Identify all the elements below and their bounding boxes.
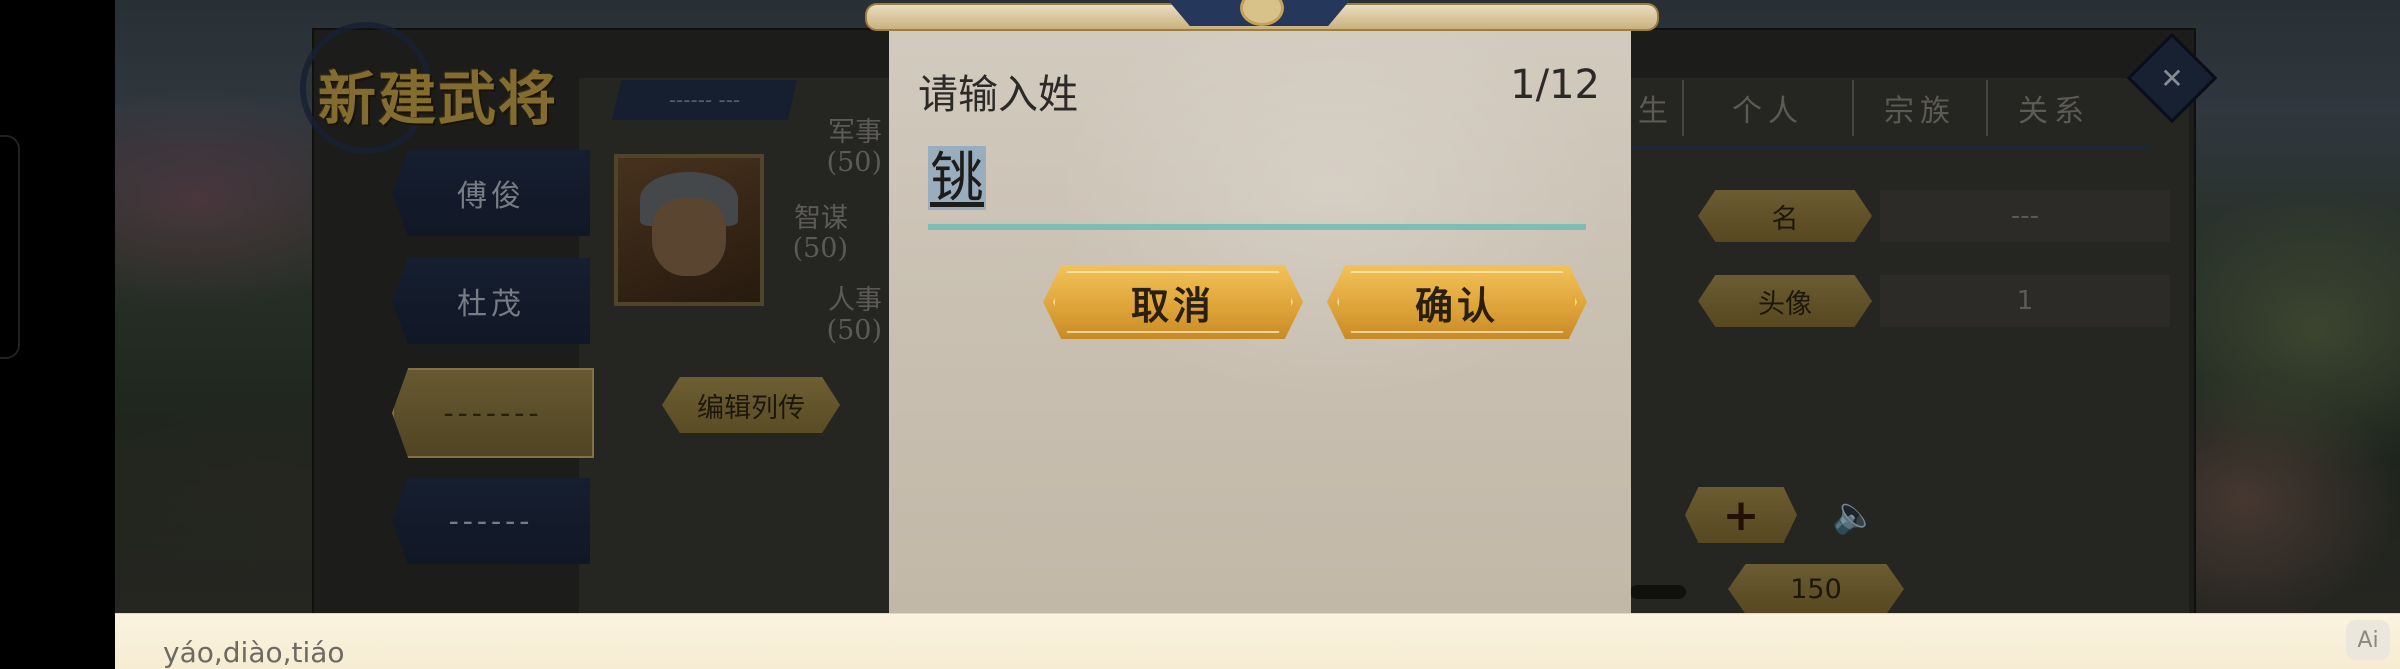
surname-input[interactable]: 铫 xyxy=(928,138,1588,230)
scroll-emblem xyxy=(1168,0,1350,26)
ime-candidate[interactable]: yáo,diào,tiáo xyxy=(163,636,345,669)
dialog-title: 请输入姓 xyxy=(918,72,1078,118)
ai-icon-button[interactable]: Ai xyxy=(2346,620,2390,660)
surname-input-value[interactable]: 铫 xyxy=(928,146,986,210)
ime-candidate-bar: yáo,diào,tiáo Ai xyxy=(115,613,2400,669)
cancel-button[interactable]: 取消 xyxy=(1043,265,1303,339)
medal-icon xyxy=(1240,0,1284,26)
input-underline xyxy=(928,224,1586,230)
character-counter: 1/12 xyxy=(1510,62,1600,108)
confirm-button[interactable]: 确认 xyxy=(1327,265,1587,339)
